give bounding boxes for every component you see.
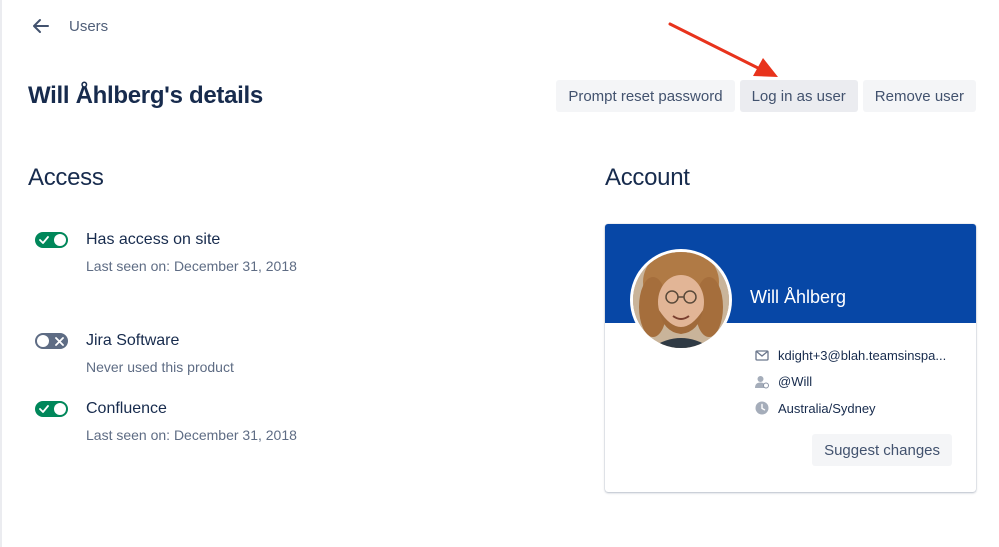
product-name: Has access on site <box>86 231 221 248</box>
user-mention-icon <box>755 375 769 389</box>
close-icon <box>53 335 65 347</box>
account-details: kdight+3@blah.teamsinspa... @Will Austra… <box>755 342 953 422</box>
annotation-arrow <box>668 22 778 77</box>
check-icon <box>38 234 50 246</box>
breadcrumb-users-link[interactable]: Users <box>69 18 108 35</box>
site-access-toggle[interactable] <box>35 232 68 248</box>
product-status: Last seen on: December 31, 2018 <box>86 258 297 274</box>
product-status: Last seen on: December 31, 2018 <box>86 427 297 443</box>
confluence-access-toggle[interactable] <box>35 401 68 417</box>
account-timezone: Australia/Sydney <box>778 400 876 416</box>
breadcrumb: Users <box>30 14 108 38</box>
check-icon <box>38 403 50 415</box>
timezone-row: Australia/Sydney <box>755 395 953 422</box>
arrow-left-icon[interactable] <box>30 15 52 37</box>
account-email: kdight+3@blah.teamsinspa... <box>778 347 947 363</box>
account-section-title: Account <box>605 164 690 191</box>
prompt-reset-password-button[interactable]: Prompt reset password <box>556 80 735 112</box>
left-border <box>0 0 2 547</box>
product-name: Confluence <box>86 400 167 417</box>
action-toolbar: Prompt reset password Log in as user Rem… <box>556 80 976 112</box>
page-title: Will Åhlberg's details <box>28 82 263 109</box>
access-item-confluence: Confluence Last seen on: December 31, 20… <box>35 400 297 443</box>
clock-icon <box>755 401 769 415</box>
remove-user-button[interactable]: Remove user <box>862 80 976 112</box>
avatar <box>630 249 732 351</box>
access-section-title: Access <box>28 164 104 191</box>
access-item-jira: Jira Software Never used this product <box>35 332 234 375</box>
account-username: @Will <box>778 374 813 390</box>
product-status: Never used this product <box>86 359 234 375</box>
username-row: @Will <box>755 369 953 396</box>
product-name: Jira Software <box>86 332 180 349</box>
account-card: Will Åhlberg kdight+3@blah.teamsinspa...… <box>605 224 976 492</box>
access-item-site: Has access on site Last seen on: Decembe… <box>35 231 297 274</box>
log-in-as-user-button[interactable]: Log in as user <box>739 80 858 112</box>
suggest-changes-button[interactable]: Suggest changes <box>812 434 952 466</box>
email-row: kdight+3@blah.teamsinspa... <box>755 342 953 369</box>
jira-access-toggle[interactable] <box>35 333 68 349</box>
account-name: Will Åhlberg <box>750 287 847 307</box>
email-icon <box>755 348 769 362</box>
